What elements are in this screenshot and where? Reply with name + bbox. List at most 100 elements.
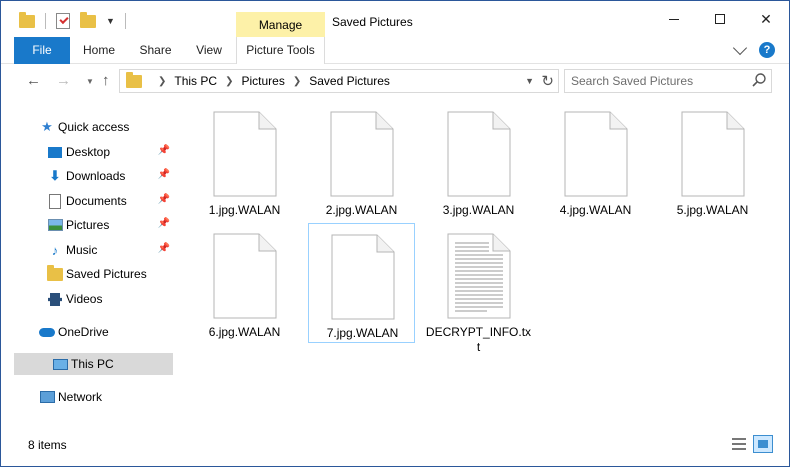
tab-picture-tools[interactable]: Picture Tools	[236, 37, 325, 64]
address-history-chevron-down-icon[interactable]: ▼	[525, 76, 534, 86]
music-icon: ♪	[51, 242, 59, 258]
sidebar-item-network[interactable]: Network	[1, 386, 176, 408]
maximize-icon	[715, 14, 725, 24]
file-list: 1.jpg.WALAN 2.jpg.WALAN 3.jpg.WALAN 4.jp…	[191, 101, 789, 431]
sidebar-item-label: Documents	[66, 194, 127, 208]
file-name: 4.jpg.WALAN	[559, 203, 632, 217]
tab-view[interactable]: View	[183, 37, 235, 64]
back-arrow-icon[interactable]: ←	[26, 72, 41, 89]
sidebar-item-desktop[interactable]: Desktop 📌	[1, 141, 176, 163]
blank-file-icon	[331, 234, 395, 320]
blank-file-icon	[330, 111, 394, 197]
pin-icon: 📌	[157, 218, 170, 229]
star-icon: ★	[41, 119, 53, 134]
sidebar-item-saved-pictures[interactable]: Saved Pictures	[1, 263, 176, 285]
file-item[interactable]: 4.jpg.WALAN	[542, 101, 649, 221]
pin-icon: 📌	[157, 243, 170, 254]
sidebar-item-this-pc[interactable]: This PC	[14, 353, 173, 375]
navigation-bar: ← → ▼ ↑ ❯ This PC ❯ Pictures ❯ Saved Pic…	[1, 64, 789, 98]
up-arrow-icon[interactable]: ↑	[102, 72, 110, 89]
sidebar-item-label: Network	[58, 390, 103, 404]
file-item-selected[interactable]: 7.jpg.WALAN	[308, 223, 415, 343]
file-name: 1.jpg.WALAN	[208, 203, 281, 217]
file-name: 3.jpg.WALAN	[442, 203, 515, 217]
sidebar-item-videos[interactable]: Videos	[1, 288, 176, 310]
new-folder-icon[interactable]	[80, 11, 96, 28]
file-item[interactable]: 5.jpg.WALAN	[659, 101, 766, 221]
item-count: 8 items	[28, 438, 67, 452]
address-bar[interactable]: ❯ This PC ❯ Pictures ❯ Saved Pictures ▼ …	[119, 69, 559, 93]
tab-share[interactable]: Share	[128, 37, 183, 64]
recent-locations-chevron-down-icon[interactable]: ▼	[86, 77, 94, 86]
window-controls: ✕	[651, 1, 789, 37]
search-box	[564, 69, 772, 93]
file-item[interactable]: 2.jpg.WALAN	[308, 101, 415, 221]
refresh-icon[interactable]: ↻	[541, 72, 554, 90]
sidebar-item-label: Quick access	[58, 120, 130, 134]
search-input[interactable]	[565, 70, 745, 92]
forward-arrow-icon[interactable]: →	[56, 72, 71, 89]
chevron-right-icon[interactable]: ❯	[225, 76, 233, 87]
pin-icon: 📌	[157, 145, 170, 156]
file-item[interactable]: DECRYPT_INFO.txt	[425, 223, 532, 354]
navigation-pane: ★ Quick access Desktop 📌 ⬇ Downloads 📌 D…	[1, 101, 176, 431]
expand-ribbon-chevron-down-icon[interactable]	[732, 40, 748, 56]
file-item[interactable]: 6.jpg.WALAN	[191, 223, 298, 343]
file-name: 2.jpg.WALAN	[325, 203, 398, 217]
folder-icon[interactable]	[19, 11, 35, 28]
desktop-icon	[47, 144, 63, 160]
sidebar-item-onedrive[interactable]: OneDrive	[1, 321, 176, 343]
ribbon-right-controls: ?	[732, 40, 775, 58]
breadcrumb-pictures[interactable]: Pictures	[241, 74, 284, 88]
file-name: 5.jpg.WALAN	[676, 203, 749, 217]
sidebar-item-label: Music	[66, 243, 98, 257]
file-item[interactable]: 3.jpg.WALAN	[425, 101, 532, 221]
sidebar-item-label: Downloads	[66, 169, 126, 183]
sidebar-item-label: This PC	[71, 357, 114, 371]
details-view-icon[interactable]	[732, 438, 746, 450]
toolbar-divider	[124, 13, 126, 29]
customize-toolbar-dropdown-icon[interactable]: ▼	[106, 16, 115, 26]
network-icon	[39, 389, 55, 405]
sidebar-item-downloads[interactable]: ⬇ Downloads 📌	[1, 165, 176, 187]
blank-file-icon	[681, 111, 745, 197]
file-name: 7.jpg.WALAN	[326, 326, 399, 340]
tab-home[interactable]: Home	[70, 37, 128, 64]
sidebar-item-pictures[interactable]: Pictures 📌	[1, 214, 176, 236]
sidebar-item-quick-access[interactable]: ★ Quick access	[1, 116, 176, 138]
sidebar-item-label: Pictures	[66, 218, 110, 232]
help-icon[interactable]: ?	[759, 42, 775, 58]
folder-icon	[126, 71, 142, 88]
ribbon-tabs: File Home Share View Picture Tools ?	[1, 37, 789, 64]
close-button[interactable]: ✕	[743, 1, 789, 37]
large-icons-view-icon[interactable]	[753, 435, 773, 453]
blank-file-icon	[564, 111, 628, 197]
window-title: Saved Pictures	[332, 15, 413, 29]
quick-access-toolbar: ▼	[19, 11, 126, 29]
chevron-right-icon[interactable]: ❯	[158, 76, 166, 87]
close-icon: ✕	[760, 10, 772, 27]
onedrive-icon	[39, 324, 55, 340]
documents-icon	[47, 193, 63, 209]
minimize-button[interactable]	[651, 1, 697, 37]
toolbar-divider	[45, 13, 46, 29]
blank-file-icon	[213, 111, 277, 197]
pin-icon: 📌	[157, 194, 170, 205]
breadcrumb-saved-pictures[interactable]: Saved Pictures	[309, 74, 390, 88]
file-name: DECRYPT_INFO.txt	[425, 325, 532, 354]
breadcrumb-this-pc[interactable]: This PC	[174, 74, 217, 88]
sidebar-item-label: Desktop	[66, 145, 111, 159]
maximize-button[interactable]	[697, 1, 743, 37]
chevron-right-icon[interactable]: ❯	[293, 76, 301, 87]
minimize-icon	[669, 18, 679, 20]
title-bar: ▼ Manage Saved Pictures ✕	[1, 1, 789, 37]
properties-icon[interactable]	[56, 13, 70, 29]
sidebar-item-music[interactable]: ♪ Music 📌	[1, 239, 176, 261]
sidebar-item-documents[interactable]: Documents 📌	[1, 190, 176, 212]
tab-file[interactable]: File	[14, 37, 70, 64]
sidebar-item-label: OneDrive	[58, 325, 109, 339]
manage-contextual-tab[interactable]: Manage	[236, 12, 325, 37]
search-icon[interactable]	[751, 72, 767, 88]
videos-icon	[47, 291, 63, 307]
file-item[interactable]: 1.jpg.WALAN	[191, 101, 298, 221]
